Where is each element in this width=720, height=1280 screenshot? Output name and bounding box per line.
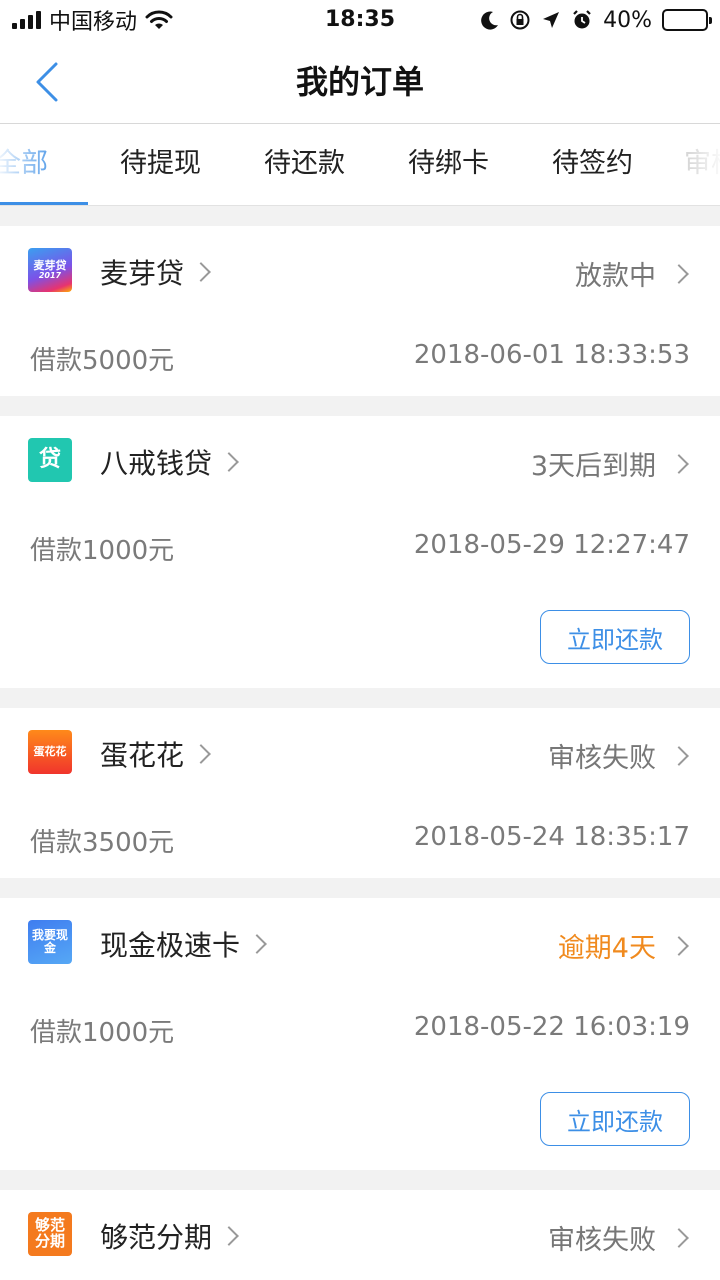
chevron-right-icon xyxy=(191,262,211,282)
active-tab-indicator xyxy=(0,202,88,205)
bajie-logo-icon: 贷 xyxy=(28,438,72,482)
chevron-right-icon xyxy=(669,935,689,956)
status-right: 40% xyxy=(481,0,712,40)
logo-text: 麦芽贷 xyxy=(33,259,67,273)
order-status[interactable]: 放款中 xyxy=(575,254,689,293)
tab-pending-withdraw[interactable]: 待提现 xyxy=(120,124,201,205)
order-date: 2018-06-01 18:33:53 xyxy=(413,340,690,370)
loan-amount: 借款1000元 xyxy=(30,1018,175,1048)
logo-text: 够范分期 xyxy=(34,1216,65,1250)
order-date: 2018-05-22 16:03:19 xyxy=(413,1012,690,1042)
tab-review[interactable]: 审核 xyxy=(684,124,720,205)
lender-name[interactable]: 够范分期 xyxy=(100,1216,239,1256)
order-status[interactable]: 审核失败 xyxy=(548,736,689,775)
loan-amount: 借款5000元 xyxy=(30,346,175,376)
loan-amount: 借款1000元 xyxy=(30,536,175,566)
lender-name[interactable]: 八戒钱贷 xyxy=(100,442,239,482)
lender-name-text: 八戒钱贷 xyxy=(100,447,213,480)
order-status-text: 3天后到期 xyxy=(530,451,656,482)
rotation-lock-icon xyxy=(510,10,530,30)
order-date: 2018-05-29 12:27:47 xyxy=(413,530,690,560)
order-status-text: 审核失败 xyxy=(548,1225,656,1256)
lender-name-text: 蛋花花 xyxy=(100,739,185,772)
logo-subtext: 2017 xyxy=(38,270,62,280)
chevron-right-icon xyxy=(669,263,689,284)
tab-pending-repay[interactable]: 待还款 xyxy=(264,124,345,205)
loan-amount: 借款3500元 xyxy=(30,828,175,858)
chevron-right-icon xyxy=(219,1226,239,1246)
order-status-text: 审核失败 xyxy=(548,743,656,774)
battery-icon xyxy=(662,9,712,31)
lender-name[interactable]: 麦芽贷 xyxy=(100,252,211,292)
xianjin-logo-icon: 我要现金 xyxy=(28,920,72,964)
chevron-right-icon xyxy=(219,452,239,472)
lender-name[interactable]: 现金极速卡 xyxy=(100,924,267,964)
chevron-right-icon xyxy=(669,745,689,766)
tab-all[interactable]: 全部 xyxy=(0,124,48,205)
lender-name[interactable]: 蛋花花 xyxy=(100,734,211,774)
order-card-2[interactable]: 贷 八戒钱贷 3天后到期 借款1000元 2018-05-29 12:27:47… xyxy=(0,416,720,688)
battery-percent: 40% xyxy=(603,7,652,33)
order-status[interactable]: 审核失败 xyxy=(548,1218,689,1257)
lender-name-text: 够范分期 xyxy=(100,1221,213,1254)
moon-icon xyxy=(481,11,499,30)
chevron-right-icon xyxy=(669,1227,689,1248)
nav-bar: 我的订单 xyxy=(0,40,720,124)
order-card-4[interactable]: 我要现金 现金极速卡 逾期4天 借款1000元 2018-05-22 16:03… xyxy=(0,898,720,1170)
status-bar: 中国移动 18:35 40% xyxy=(0,0,720,40)
tab-pending-sign[interactable]: 待签约 xyxy=(552,124,633,205)
lender-name-text: 麦芽贷 xyxy=(100,257,185,290)
order-status-text: 放款中 xyxy=(575,261,656,292)
order-card-3[interactable]: 蛋花花 蛋花花 审核失败 借款3500元 2018-05-24 18:35:17 xyxy=(0,708,720,878)
maiyadai-logo-icon: 麦芽贷 2017 xyxy=(28,248,72,292)
logo-text: 我要现金 xyxy=(32,928,69,955)
order-tabs: 全部 待提现 待还款 待绑卡 待签约 审核 xyxy=(0,124,720,206)
order-status[interactable]: 逾期4天 xyxy=(557,926,689,965)
danhuahua-logo-icon: 蛋花花 xyxy=(28,730,72,774)
lender-name-text: 现金极速卡 xyxy=(100,929,241,962)
alarm-icon xyxy=(573,10,591,29)
chevron-right-icon xyxy=(669,453,689,474)
chevron-right-icon xyxy=(191,744,211,764)
location-icon xyxy=(543,12,560,28)
goufan-logo-icon: 够范分期 xyxy=(28,1212,72,1256)
logo-text: 蛋花花 xyxy=(33,745,67,759)
repay-now-button[interactable]: 立即还款 xyxy=(540,1092,690,1146)
logo-text: 贷 xyxy=(38,447,61,473)
order-card-5[interactable]: 够范分期 够范分期 审核失败 xyxy=(0,1190,720,1280)
order-card-1[interactable]: 麦芽贷 2017 麦芽贷 放款中 借款5000元 2018-06-01 18:3… xyxy=(0,226,720,396)
chevron-right-icon xyxy=(247,934,267,954)
repay-now-button[interactable]: 立即还款 xyxy=(540,610,690,664)
order-status[interactable]: 3天后到期 xyxy=(530,444,689,483)
order-date: 2018-05-24 18:35:17 xyxy=(413,822,690,852)
page-title: 我的订单 xyxy=(295,63,424,101)
tab-pending-bind-card[interactable]: 待绑卡 xyxy=(408,124,489,205)
order-status-text: 逾期4天 xyxy=(557,933,656,964)
